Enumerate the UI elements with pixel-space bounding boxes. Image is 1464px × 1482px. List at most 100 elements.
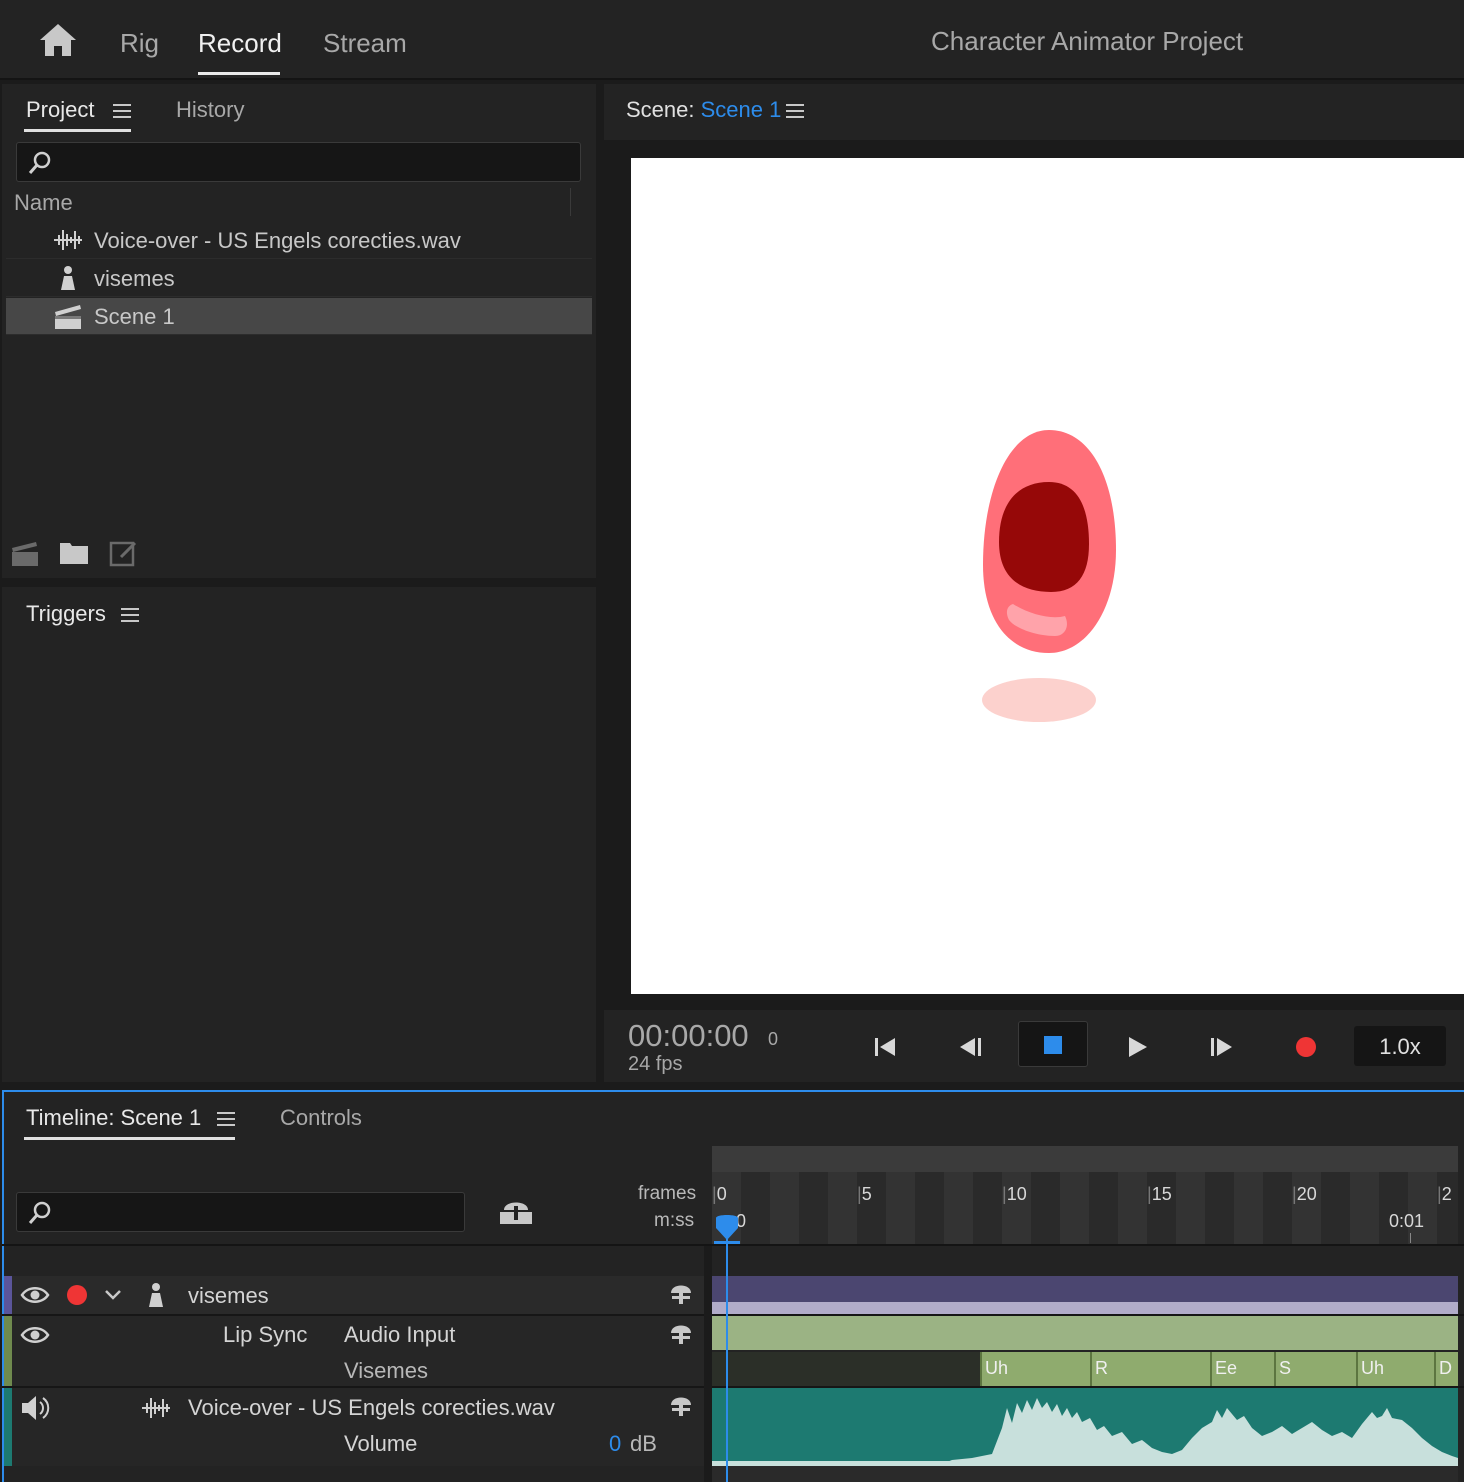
step-forward-button[interactable]: [1186, 1024, 1256, 1070]
project-search-input[interactable]: [16, 142, 581, 182]
column-splitter[interactable]: [704, 1246, 712, 1482]
stop-icon: [1044, 1036, 1062, 1054]
scene-canvas[interactable]: [631, 158, 1464, 994]
record-button[interactable]: [1271, 1024, 1341, 1070]
timeline-menu-icon[interactable]: [217, 1112, 235, 1126]
workspace-bar: Rig Record Stream Character Animator Pro…: [0, 0, 1464, 80]
viseme-segment[interactable]: S: [1274, 1352, 1356, 1386]
volume-param[interactable]: Volume: [344, 1431, 417, 1457]
frame-tick-20: |20: [1292, 1184, 1317, 1204]
play-button[interactable]: [1102, 1024, 1172, 1070]
behavior-track-color: [4, 1316, 12, 1386]
step-back-button[interactable]: [936, 1024, 1006, 1070]
lip-sync-track-bar[interactable]: [712, 1316, 1458, 1350]
arm-icon[interactable]: [668, 1282, 694, 1306]
eye-icon[interactable]: [20, 1324, 50, 1346]
audio-waveform-icon: [140, 1396, 172, 1420]
frame-number: 0: [768, 1029, 779, 1049]
audio-waveform-icon: [52, 227, 84, 253]
triggers-title: Triggers: [26, 601, 106, 626]
puppet-track-color: [4, 1276, 12, 1314]
tab-controls[interactable]: Controls: [280, 1105, 362, 1131]
triggers-panel: [2, 587, 596, 1082]
project-item-label: Voice-over - US Engels corecties.wav: [94, 228, 461, 253]
second-tick-mark: [1410, 1233, 1411, 1243]
timecode[interactable]: 00:00:00: [628, 1018, 749, 1054]
volume-unit: dB: [630, 1431, 657, 1456]
search-icon: [28, 1201, 51, 1224]
empty-track-row: [712, 1466, 1458, 1482]
search-icon: [28, 151, 51, 174]
row-divider: [2, 1314, 1464, 1316]
arm-icon[interactable]: [668, 1394, 694, 1418]
time-ruler-track[interactable]: [712, 1146, 1458, 1172]
volume-value[interactable]: 0: [609, 1431, 621, 1457]
audio-track-bar[interactable]: [712, 1388, 1458, 1466]
project-item-scene[interactable]: Scene 1: [6, 298, 592, 335]
viseme-segment[interactable]: D: [1434, 1352, 1458, 1386]
eye-icon[interactable]: [20, 1284, 50, 1306]
mss-label: m:ss: [654, 1210, 695, 1231]
playback-speed[interactable]: 1.0x: [1354, 1026, 1446, 1066]
workspace-tab-record[interactable]: Record: [198, 28, 282, 59]
puppet-track-bar-lower: [712, 1302, 1458, 1314]
project-menu-icon[interactable]: [113, 104, 131, 118]
tab-project[interactable]: Project: [26, 97, 94, 123]
step-back-icon: [960, 1038, 981, 1056]
puppet-icon: [52, 265, 84, 291]
workspace-tab-rig[interactable]: Rig: [120, 28, 159, 59]
scene-label-prefix: Scene:: [626, 97, 695, 122]
record-arm-icon[interactable]: [67, 1285, 87, 1305]
step-forward-icon: [1211, 1038, 1232, 1056]
audio-track-color: [4, 1388, 12, 1466]
mouth-character: [982, 430, 1116, 722]
timeline-search-input[interactable]: [16, 1192, 465, 1232]
name-column-header: Name: [14, 190, 73, 215]
fps-label: 24 fps: [628, 1053, 683, 1075]
go-to-start-button[interactable]: [850, 1024, 920, 1070]
viseme-segment[interactable]: R: [1090, 1352, 1210, 1386]
frame-tick-0: |0: [712, 1184, 727, 1204]
frames-label: frames: [638, 1183, 697, 1204]
puppet-icon: [144, 1282, 168, 1308]
playhead-line: [726, 1232, 728, 1482]
triggers-menu-icon[interactable]: [121, 608, 139, 622]
chevron-down-icon[interactable]: [104, 1288, 122, 1302]
play-icon: [1129, 1037, 1147, 1057]
audio-track-name[interactable]: Voice-over - US Engels corecties.wav: [188, 1395, 555, 1421]
viseme-segment[interactable]: Uh: [1356, 1352, 1434, 1386]
new-item-icon[interactable]: [108, 538, 138, 568]
tab-timeline[interactable]: Timeline: Scene 1: [26, 1105, 201, 1131]
project-item-audio[interactable]: Voice-over - US Engels corecties.wav: [6, 222, 592, 259]
new-folder-icon[interactable]: [59, 540, 89, 566]
puppet-track-bar[interactable]: [712, 1276, 1458, 1302]
app-title: Character Animator Project: [931, 26, 1244, 56]
scene-name[interactable]: Scene 1: [701, 97, 782, 122]
scene-title: Scene: Scene 1: [626, 97, 781, 123]
new-scene-icon[interactable]: [10, 538, 40, 568]
playhead-handle[interactable]: [714, 1214, 740, 1244]
speaker-icon[interactable]: [20, 1394, 52, 1422]
workspace-tab-stream[interactable]: Stream: [323, 28, 407, 59]
tab-history[interactable]: History: [176, 97, 244, 123]
project-item-puppet[interactable]: visemes: [6, 260, 592, 297]
stop-button[interactable]: [1018, 1021, 1088, 1067]
audio-input-param[interactable]: Audio Input: [344, 1322, 455, 1348]
behavior-name[interactable]: Lip Sync: [223, 1322, 307, 1348]
arm-toggle-icon[interactable]: [498, 1196, 534, 1228]
frame-tick-5: |5: [857, 1184, 872, 1204]
active-tab-underline: [198, 72, 280, 75]
frame-tick-15: |15: [1147, 1184, 1172, 1204]
project-tab-underline: [24, 129, 131, 132]
scene-menu-icon[interactable]: [786, 104, 804, 118]
record-icon: [1296, 1037, 1316, 1057]
time-tick-1s: 0:01: [1389, 1211, 1425, 1231]
home-icon[interactable]: [38, 22, 78, 58]
visemes-param[interactable]: Visemes: [344, 1358, 428, 1384]
viseme-segment[interactable]: Uh: [980, 1352, 1090, 1386]
frame-tick-25: |2: [1437, 1184, 1452, 1204]
viseme-segment[interactable]: Ee: [1210, 1352, 1274, 1386]
arm-icon[interactable]: [668, 1322, 694, 1346]
time-ruler[interactable]: [712, 1172, 1458, 1244]
puppet-track-name[interactable]: visemes: [188, 1283, 269, 1309]
